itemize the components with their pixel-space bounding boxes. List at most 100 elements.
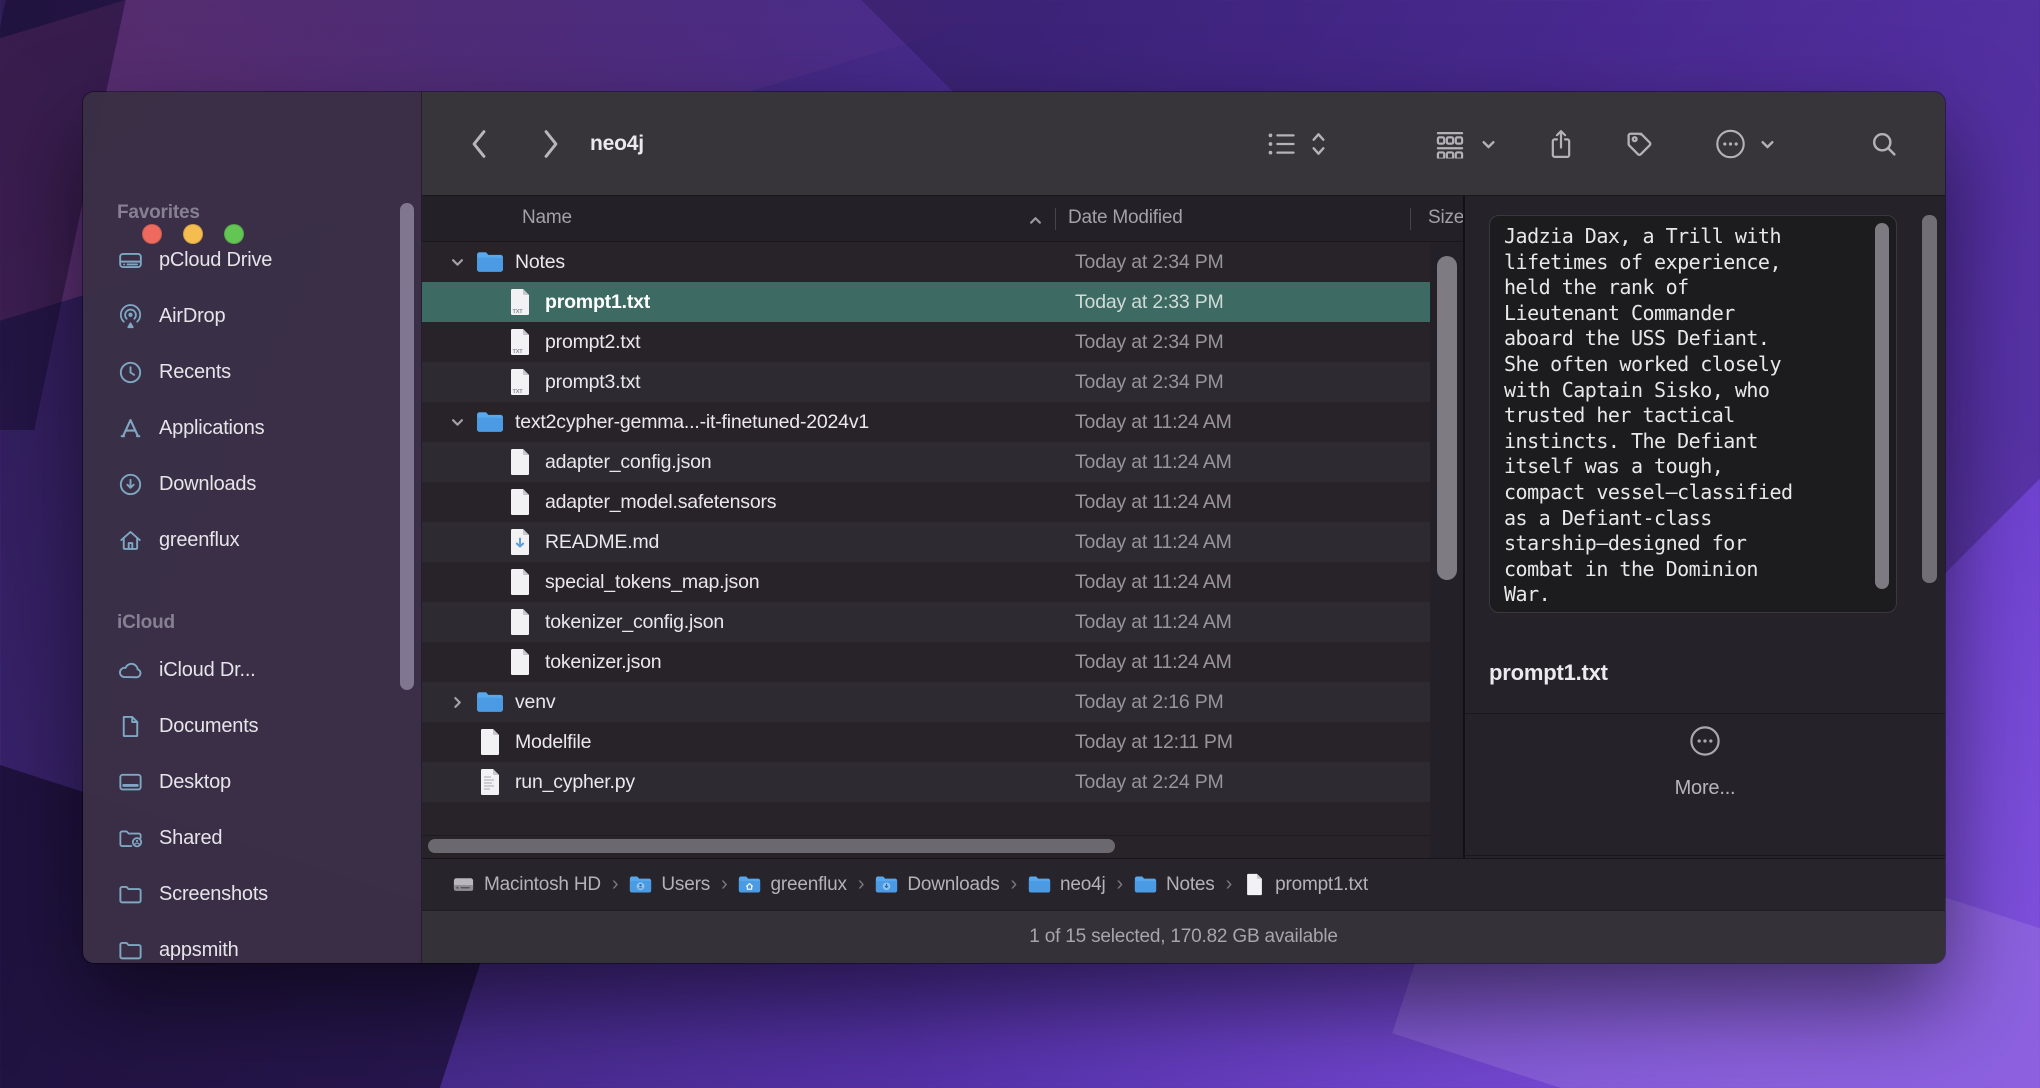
share-button[interactable] xyxy=(1547,127,1575,160)
sidebar-scrollbar[interactable] xyxy=(400,203,414,690)
folder-icon xyxy=(476,248,504,276)
breadcrumb-item[interactable]: Notes xyxy=(1134,873,1215,896)
file-row[interactable]: tokenizer_config.json Today at 11:24 AM xyxy=(422,602,1430,642)
sidebar-item-desktop[interactable]: Desktop xyxy=(107,754,395,810)
python-file-icon xyxy=(476,768,504,796)
view-sort-chevrons[interactable] xyxy=(1310,130,1327,157)
sort-ascending-icon xyxy=(1028,212,1043,227)
breadcrumb-item[interactable]: greenflux xyxy=(738,873,846,896)
file-name: Notes xyxy=(515,251,565,274)
disclosure-expanded-icon[interactable] xyxy=(450,255,476,270)
file-row[interactable]: adapter_config.json Today at 11:24 AM xyxy=(422,442,1430,482)
column-header-date-modified[interactable]: Date Modified xyxy=(1068,207,1183,229)
sidebar-item-label: Recents xyxy=(159,361,231,384)
forward-button[interactable] xyxy=(540,128,562,160)
more-section[interactable]: More... xyxy=(1465,724,1945,800)
list-header: Name Date Modified Size xyxy=(422,196,1463,242)
folder-icon xyxy=(476,688,504,716)
file-name: tokenizer.json xyxy=(545,651,661,674)
file-row[interactable]: tokenizer.json Today at 11:24 AM xyxy=(422,642,1430,682)
disclosure-collapsed-icon[interactable] xyxy=(450,695,476,710)
back-button[interactable] xyxy=(468,128,490,160)
disclosure-expanded-icon[interactable] xyxy=(450,415,476,430)
column-divider[interactable] xyxy=(1410,208,1411,230)
preview-text-line: Lieutenant Commander xyxy=(1504,301,1856,327)
file-row[interactable]: venv Today at 2:16 PM xyxy=(422,682,1430,722)
folder-home-icon xyxy=(738,873,761,896)
file-name: prompt1.txt xyxy=(545,291,650,314)
file-row[interactable]: adapter_model.safetensors Today at 11:24… xyxy=(422,482,1430,522)
file-row[interactable]: TXT prompt2.txt Today at 2:34 PM xyxy=(422,322,1430,362)
zoom-button[interactable] xyxy=(224,224,244,244)
file-date-modified: Today at 11:24 AM xyxy=(1075,451,1232,474)
sidebar-item-shared[interactable]: Shared xyxy=(107,810,395,866)
sidebar-item-label: pCloud Drive xyxy=(159,249,272,272)
divider xyxy=(1465,855,1945,856)
sidebar-item-label: AirDrop xyxy=(159,305,225,328)
column-header-name[interactable]: Name xyxy=(522,207,572,229)
folder-icon xyxy=(1028,873,1051,896)
tag-button[interactable] xyxy=(1625,129,1654,158)
window-title: neo4j xyxy=(590,132,644,156)
file-date-modified: Today at 2:33 PM xyxy=(1075,291,1224,314)
vertical-scrollbar xyxy=(1430,242,1463,858)
shared-folder-icon xyxy=(117,825,144,852)
vertical-scrollbar-thumb[interactable] xyxy=(1437,256,1457,580)
breadcrumb-item[interactable]: Downloads xyxy=(875,873,999,896)
preview-text-line: with Captain Sisko, who xyxy=(1504,378,1856,404)
sidebar-item-recents[interactable]: Recents xyxy=(107,344,395,400)
close-button[interactable] xyxy=(142,224,162,244)
file-date-modified: Today at 2:24 PM xyxy=(1075,771,1224,794)
file-date-modified: Today at 2:34 PM xyxy=(1075,331,1224,354)
file-row[interactable]: text2cypher-gemma...-it-finetuned-2024v1… xyxy=(422,402,1430,442)
column-header-size[interactable]: Size xyxy=(1428,207,1463,229)
sidebar-item-airdrop[interactable]: AirDrop xyxy=(107,288,395,344)
file-icon xyxy=(506,488,534,516)
file-row[interactable]: TXT prompt3.txt Today at 2:34 PM xyxy=(422,362,1430,402)
group-view-chevron[interactable] xyxy=(1480,135,1497,152)
more-actions-button[interactable] xyxy=(1714,127,1747,160)
file-date-modified: Today at 11:24 AM xyxy=(1075,611,1232,634)
sidebar-item-documents[interactable]: Documents xyxy=(107,698,395,754)
home-icon xyxy=(117,527,144,554)
download-circle-icon xyxy=(117,471,144,498)
file-row[interactable]: TXT prompt1.txt Today at 2:33 PM xyxy=(422,282,1430,322)
sidebar-item-icloud-dr[interactable]: iCloud Dr... xyxy=(107,642,395,698)
sidebar-item-screenshots[interactable]: Screenshots xyxy=(107,866,395,922)
preview-box-scrollbar-thumb[interactable] xyxy=(1875,223,1889,589)
main-area: neo4j Name Date Modified Size xyxy=(422,92,1945,963)
breadcrumb-separator: › xyxy=(721,873,727,896)
breadcrumb-item[interactable]: Macintosh HD xyxy=(452,873,601,896)
column-divider[interactable] xyxy=(1055,208,1056,230)
file-row[interactable]: run_cypher.py Today at 2:24 PM xyxy=(422,762,1430,802)
ellipsis-circle-icon xyxy=(1688,724,1722,758)
folder-users-icon xyxy=(629,873,652,896)
breadcrumb-item[interactable]: Users xyxy=(629,873,710,896)
sidebar-item-appsmith[interactable]: appsmith xyxy=(107,922,395,963)
horizontal-scrollbar-thumb[interactable] xyxy=(428,839,1115,853)
search-button[interactable] xyxy=(1869,129,1899,159)
breadcrumb-item[interactable]: neo4j xyxy=(1028,873,1106,896)
preview-text-line: itself was a tough, xyxy=(1504,454,1856,480)
file-icon xyxy=(506,448,534,476)
file-icon xyxy=(506,568,534,596)
sidebar-item-downloads[interactable]: Downloads xyxy=(107,456,395,512)
desktop-icon xyxy=(117,769,144,796)
file-name: run_cypher.py xyxy=(515,771,635,794)
file-row[interactable]: special_tokens_map.json Today at 11:24 A… xyxy=(422,562,1430,602)
sidebar-item-greenflux[interactable]: greenflux xyxy=(107,512,395,568)
file-row[interactable]: Modelfile Today at 12:11 PM xyxy=(422,722,1430,762)
sidebar-item-applications[interactable]: Applications xyxy=(107,400,395,456)
file-row[interactable]: README.md Today at 11:24 AM xyxy=(422,522,1430,562)
finder-window: Favorites pCloud Drive AirDrop Recents A… xyxy=(83,92,1945,963)
preview-pane-scrollbar-thumb[interactable] xyxy=(1922,215,1937,583)
group-view-button[interactable] xyxy=(1434,129,1466,158)
minimize-button[interactable] xyxy=(183,224,203,244)
file-row[interactable]: Notes Today at 2:34 PM xyxy=(422,242,1430,282)
breadcrumb-item[interactable]: prompt1.txt xyxy=(1243,873,1368,896)
file-name: prompt3.txt xyxy=(545,371,640,394)
more-label[interactable]: More... xyxy=(1465,777,1945,800)
view-list-button[interactable] xyxy=(1267,131,1297,157)
more-actions-chevron[interactable] xyxy=(1759,135,1776,152)
folder-outline-icon xyxy=(117,937,144,964)
